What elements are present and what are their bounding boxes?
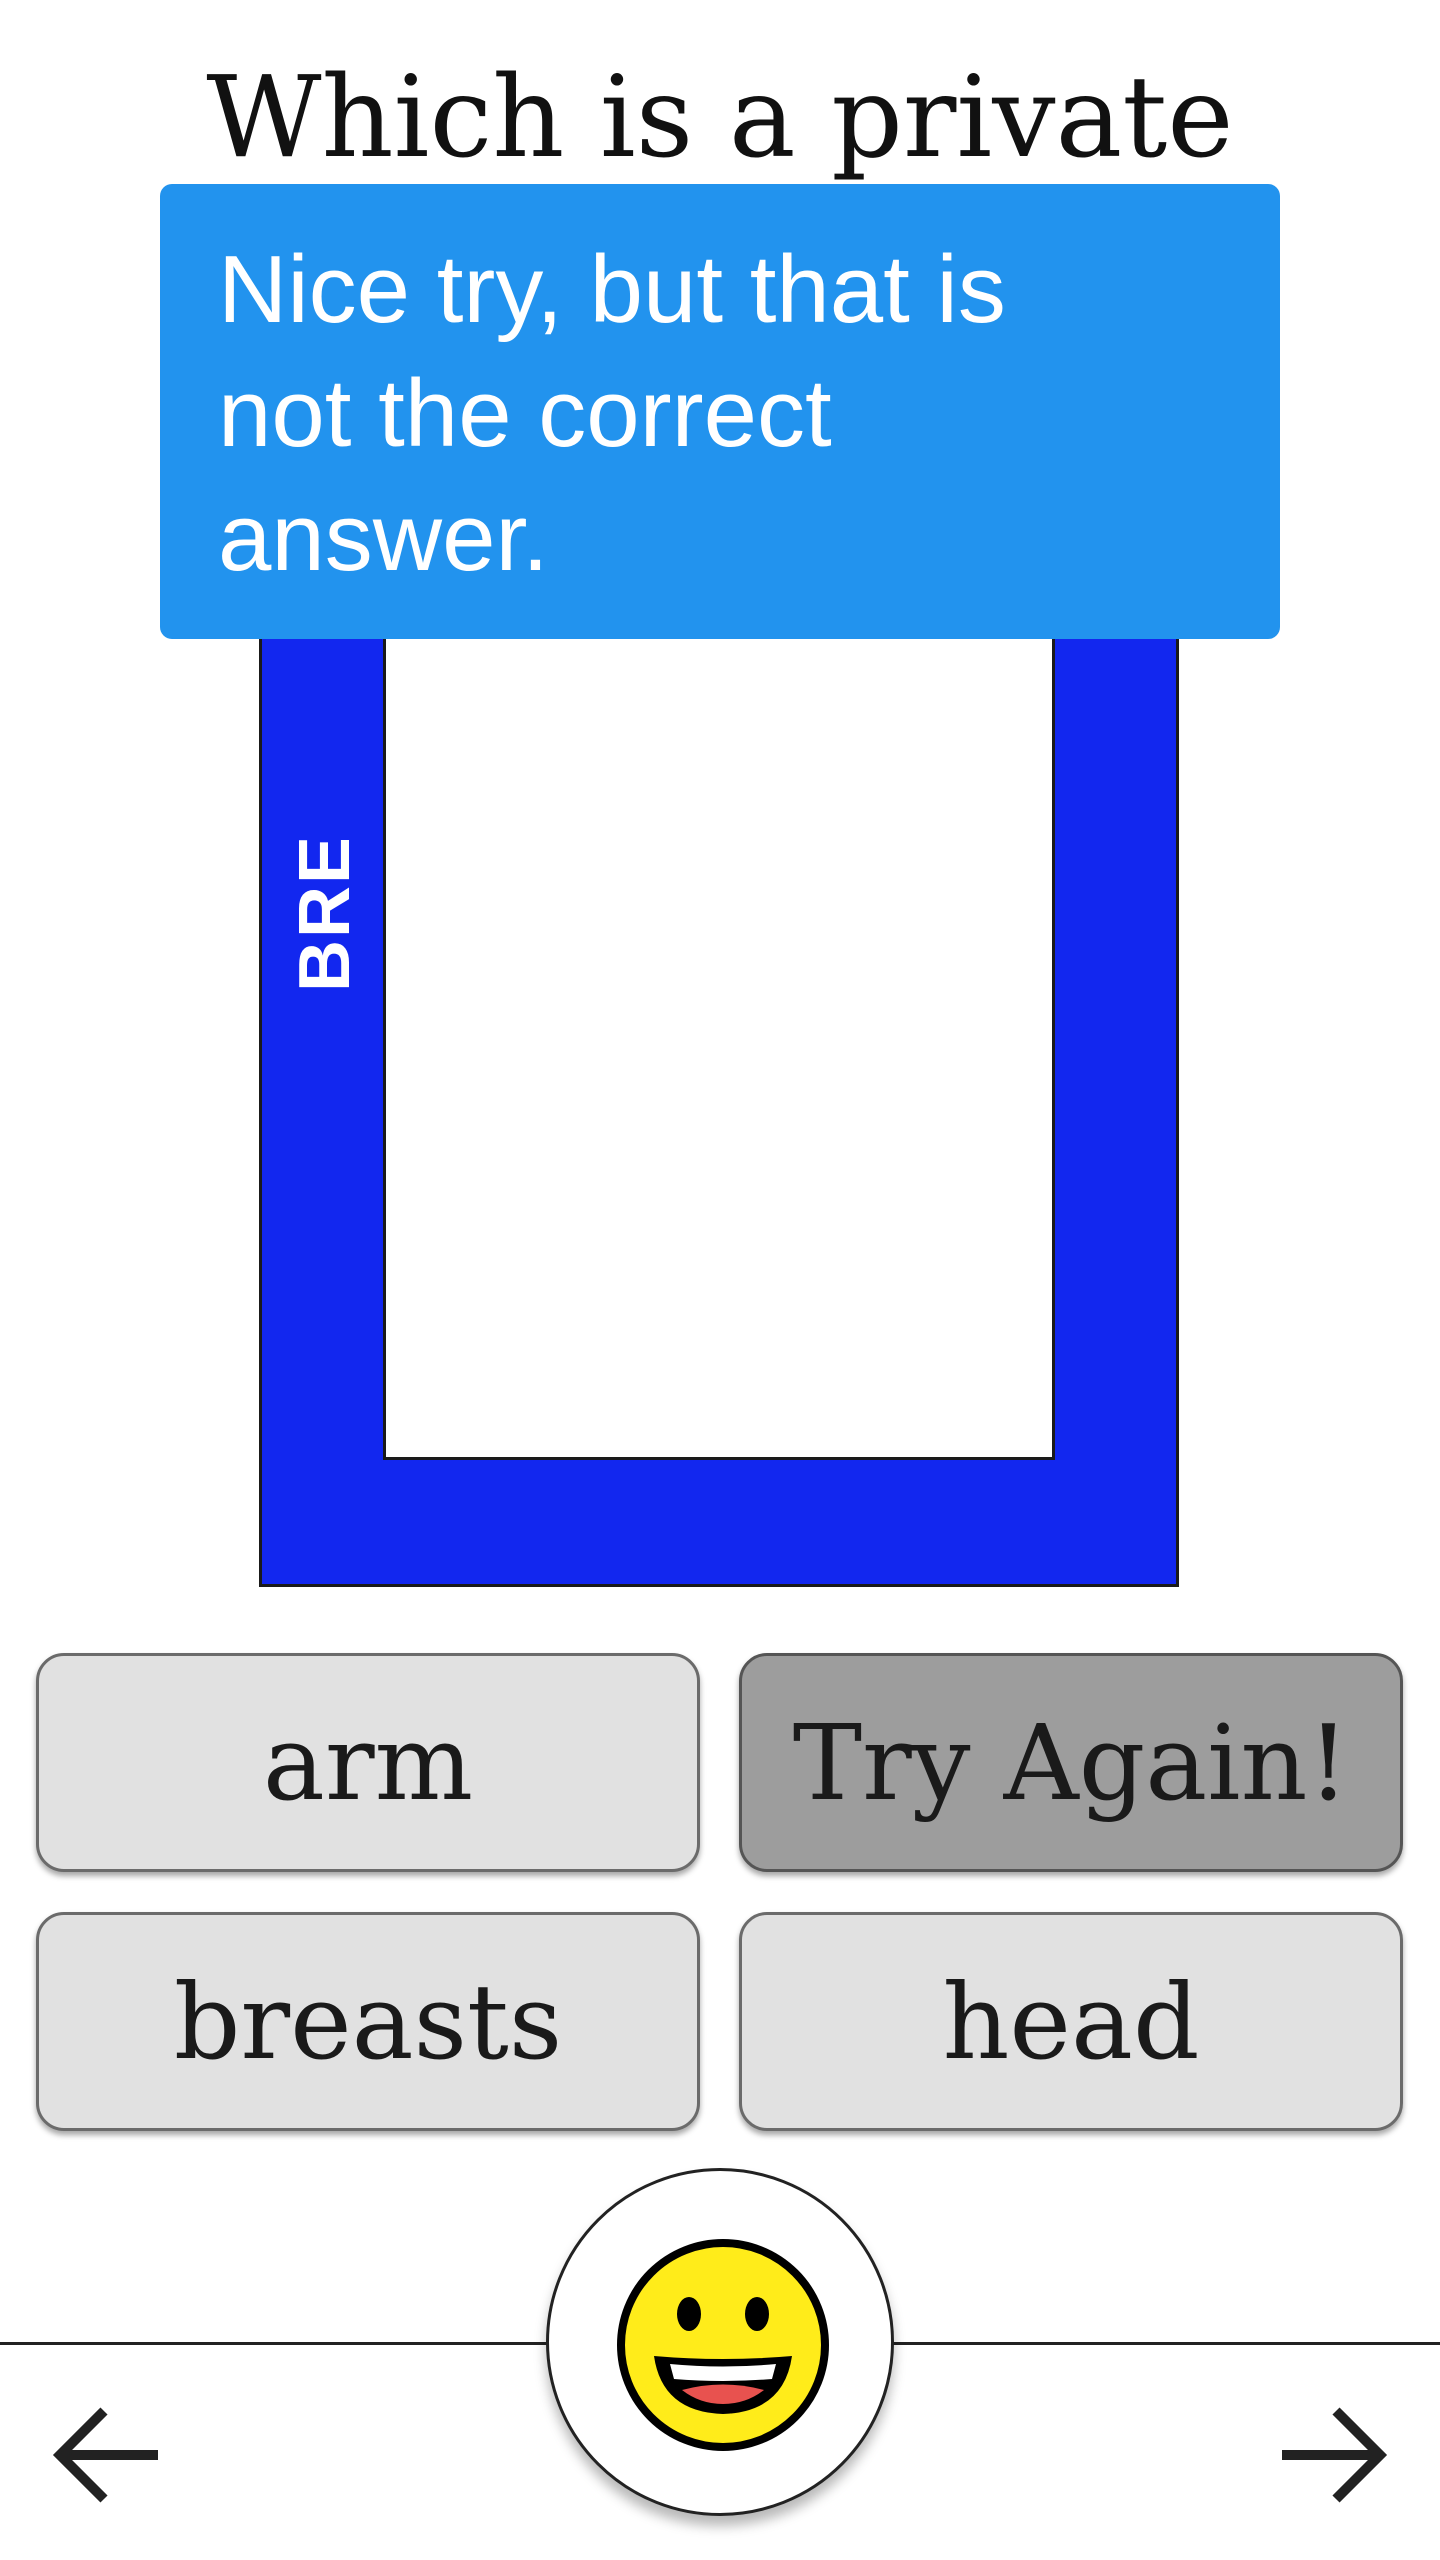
next-button[interactable] bbox=[1272, 2395, 1392, 2515]
arrow-left-icon bbox=[52, 2407, 158, 2503]
feedback-message: Nice try, but that is not the correct an… bbox=[218, 236, 1006, 591]
grinning-face-icon bbox=[617, 2239, 829, 2451]
answer-button-head[interactable]: head bbox=[739, 1912, 1403, 2131]
card-picture-frame bbox=[383, 560, 1055, 1460]
answer-grid: arm Try Again! breasts head bbox=[36, 1653, 1404, 2133]
card-label: BREA bbox=[275, 840, 365, 1000]
try-again-button[interactable]: Try Again! bbox=[739, 1653, 1403, 1872]
emoji-button[interactable] bbox=[546, 2168, 894, 2516]
card-label-text: BREA bbox=[285, 840, 365, 992]
answer-button-arm[interactable]: arm bbox=[36, 1653, 700, 1872]
answer-button-breasts[interactable]: breasts bbox=[36, 1912, 700, 2131]
arrow-right-icon bbox=[1282, 2407, 1388, 2503]
question-title: Which is a private bbox=[206, 53, 1234, 183]
previous-button[interactable] bbox=[48, 2395, 168, 2515]
feedback-toast: Nice try, but that is not the correct an… bbox=[160, 184, 1280, 639]
